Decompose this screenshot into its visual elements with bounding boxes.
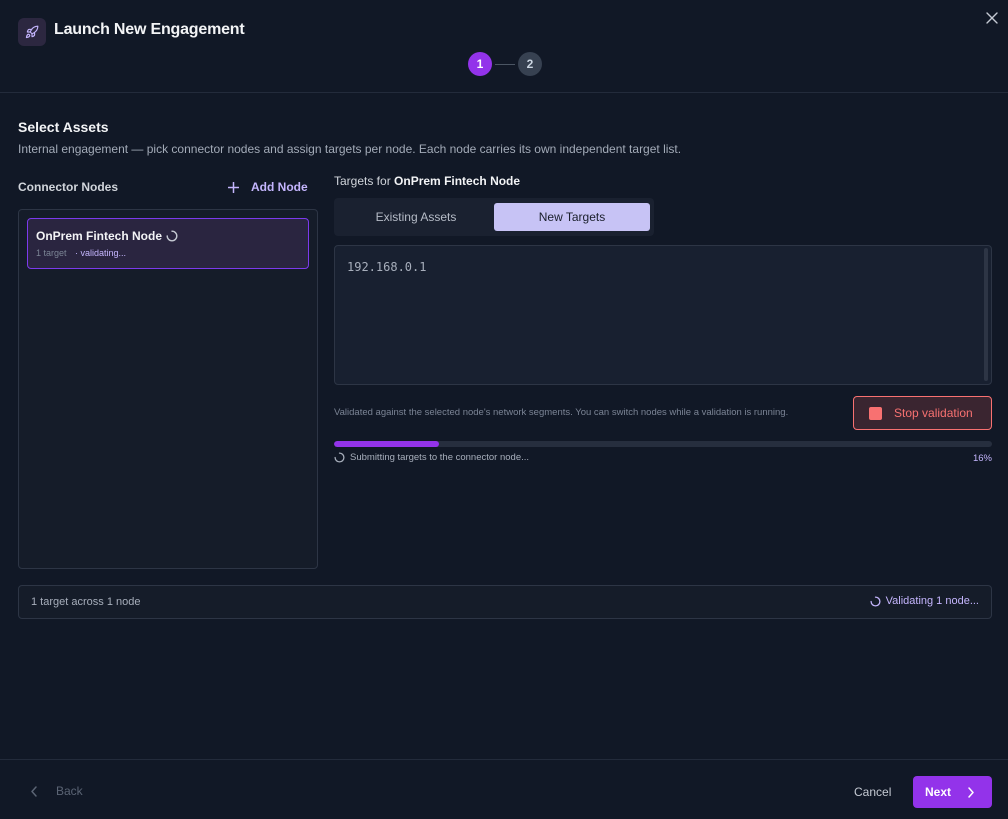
modal-title: Launch New Engagement xyxy=(54,21,245,38)
next-label: Next xyxy=(925,785,952,799)
back-label: Back xyxy=(56,784,83,798)
modal-header: Launch New Engagement 1 2 xyxy=(0,0,1008,93)
node-card-onprem-fintech[interactable]: OnPrem Fintech Node 1 target · validatin… xyxy=(27,218,309,269)
tab-new-targets[interactable]: New Targets xyxy=(494,203,650,231)
next-button[interactable]: Next xyxy=(913,776,992,808)
target-source-tabs: Existing Assets New Targets xyxy=(334,198,654,236)
stop-validation-label: Stop validation xyxy=(894,406,973,420)
connector-nodes-list: OnPrem Fintech Node 1 target · validatin… xyxy=(18,209,318,569)
node-status: · validating... xyxy=(75,248,127,258)
targets-input[interactable] xyxy=(334,245,992,385)
modal-footer: Back Cancel Next xyxy=(0,759,1008,819)
tab-existing-assets[interactable]: Existing Assets xyxy=(338,203,494,231)
progress-percent: 16% xyxy=(972,453,992,464)
section-description: Internal engagement — pick connector nod… xyxy=(18,142,682,156)
chevron-right-icon xyxy=(968,786,974,798)
progress-status: Submitting targets to the connector node… xyxy=(334,452,529,463)
rocket-icon xyxy=(18,18,46,46)
progress-status-text: Submitting targets to the connector node… xyxy=(350,452,530,463)
chevron-left-icon xyxy=(31,785,37,797)
summary-status-text: Validating 1 node... xyxy=(885,595,979,607)
spinner-icon xyxy=(166,230,178,242)
stop-validation-button[interactable]: Stop validation xyxy=(853,396,992,430)
step-1: 1 xyxy=(468,52,492,76)
progress-fill xyxy=(334,441,440,447)
back-button[interactable]: Back xyxy=(30,784,83,798)
connector-nodes-label: Connector Nodes xyxy=(18,180,119,194)
targets-heading: Targets for OnPrem Fintech Node xyxy=(334,174,520,188)
spinner-icon xyxy=(870,595,881,607)
summary-bar: 1 target across 1 node Validating 1 node… xyxy=(18,585,992,619)
selected-node-name: OnPrem Fintech Node xyxy=(394,174,521,188)
step-2: 2 xyxy=(518,52,542,76)
spinner-icon xyxy=(334,452,345,463)
validation-progress-bar xyxy=(334,441,992,447)
plus-icon xyxy=(228,181,239,193)
node-target-count: 1 target xyxy=(36,248,67,258)
stepper: 1 2 xyxy=(468,52,542,76)
cancel-button[interactable]: Cancel xyxy=(854,785,891,799)
add-node-label: Add Node xyxy=(251,180,308,194)
summary-count: 1 target across 1 node xyxy=(31,596,141,608)
stop-icon xyxy=(869,406,882,420)
section-title: Select Assets xyxy=(18,119,109,135)
targets-prefix: Targets for xyxy=(334,174,391,188)
close-icon[interactable] xyxy=(984,10,1000,26)
step-connector xyxy=(495,63,515,65)
add-node-button[interactable]: Add Node xyxy=(228,178,308,196)
textarea-scrollbar[interactable] xyxy=(984,248,988,381)
summary-status: Validating 1 node... xyxy=(870,595,979,607)
validation-helper-text: Validated against the selected node's ne… xyxy=(334,407,789,418)
node-name: OnPrem Fintech Node xyxy=(36,229,163,243)
